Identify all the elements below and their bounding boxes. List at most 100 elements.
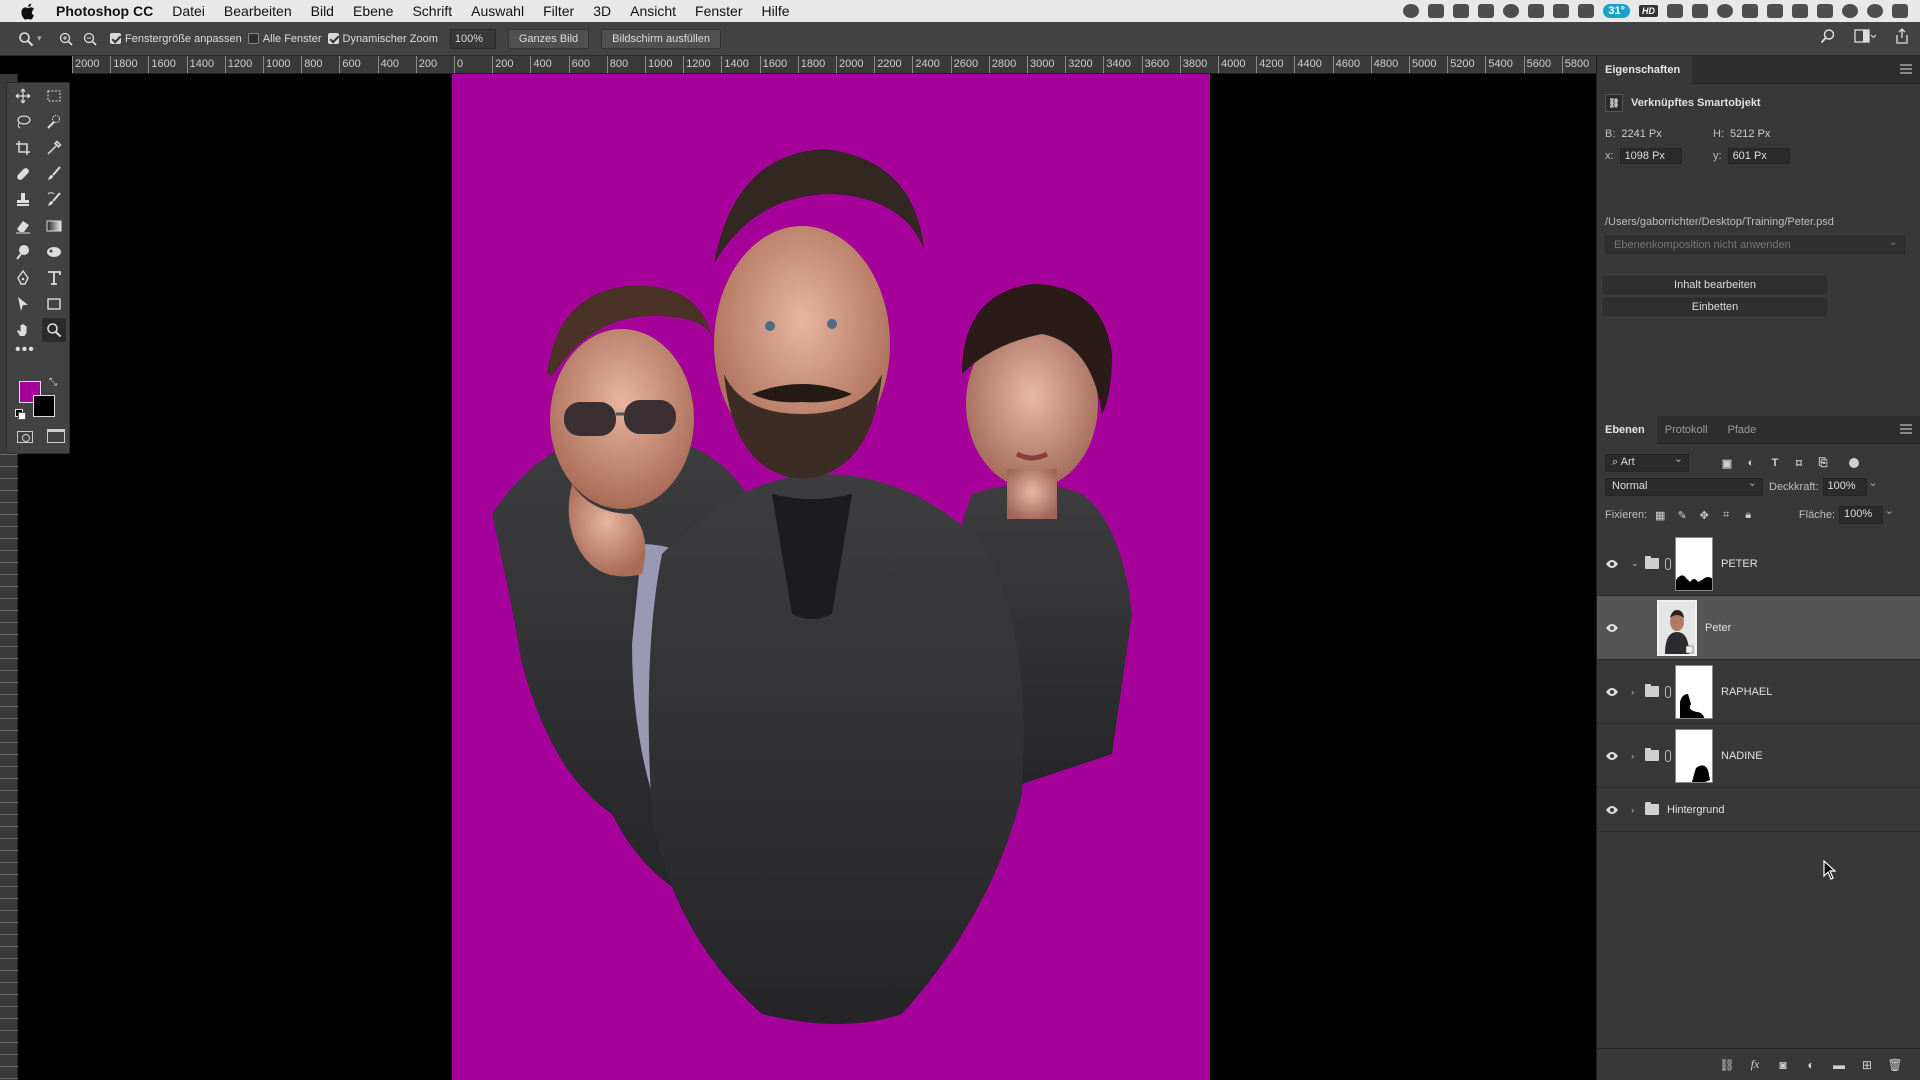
menu-hilfe[interactable]: Hilfe xyxy=(762,3,790,19)
screen-mode-icon[interactable] xyxy=(47,429,65,443)
lock-pixels-icon[interactable]: ✎ xyxy=(1675,509,1689,522)
visibility-eye-icon[interactable] xyxy=(1605,751,1619,761)
layer-comp-select[interactable]: Ebenenkomposition nicht anwenden xyxy=(1605,235,1905,254)
mask-link-icon[interactable] xyxy=(1665,749,1671,762)
layer-name[interactable]: RAPHAEL xyxy=(1721,686,1772,698)
gradient-tool-icon[interactable] xyxy=(42,214,66,238)
background-color-swatch[interactable] xyxy=(33,395,55,417)
menu-filter[interactable]: Filter xyxy=(543,3,574,19)
marquee-tool-icon[interactable] xyxy=(42,84,66,108)
move-tool-icon[interactable] xyxy=(11,84,35,108)
clone-stamp-tool-icon[interactable] xyxy=(11,188,35,212)
wifi-icon[interactable] xyxy=(1767,4,1783,18)
brush-tool-icon[interactable] xyxy=(42,162,66,186)
layers-panel-menu-icon[interactable] xyxy=(1900,424,1912,434)
lasso-tool-icon[interactable] xyxy=(11,110,35,134)
menu-auswahl[interactable]: Auswahl xyxy=(471,3,524,19)
layer-mask-thumbnail[interactable] xyxy=(1675,728,1713,783)
menu-fenster[interactable]: Fenster xyxy=(695,3,742,19)
bluetooth-icon[interactable] xyxy=(1742,4,1758,18)
trash-icon[interactable]: 🗑︎ xyxy=(1887,1058,1903,1072)
scrubby-zoom-checkbox[interactable] xyxy=(327,33,339,44)
tab-layers[interactable]: Ebenen xyxy=(1597,415,1657,444)
visibility-eye-icon[interactable] xyxy=(1605,623,1619,633)
lock-transparency-icon[interactable]: ▦ xyxy=(1653,509,1667,522)
spotlight-icon[interactable] xyxy=(1842,4,1858,18)
siri-icon[interactable] xyxy=(1867,4,1883,18)
eraser-tool-icon[interactable] xyxy=(11,214,35,238)
link-icon[interactable] xyxy=(1578,4,1595,18)
layer-name[interactable]: NADINE xyxy=(1721,750,1763,762)
blend-mode-select[interactable]: Normal xyxy=(1605,476,1763,496)
path-selection-tool-icon[interactable] xyxy=(11,292,35,316)
filter-type-icon[interactable]: T xyxy=(1767,456,1783,470)
default-colors-icon[interactable] xyxy=(15,409,26,420)
app-name-menu[interactable]: Photoshop CC xyxy=(56,3,153,19)
visibility-eye-icon[interactable] xyxy=(1605,559,1619,569)
new-layer-icon[interactable]: ⊞ xyxy=(1859,1058,1875,1072)
edit-contents-button[interactable]: Inhalt bearbeiten xyxy=(1603,276,1827,294)
link-layers-icon[interactable]: ⛓ xyxy=(1719,1058,1735,1072)
fill-screen-button[interactable]: Bildschirm ausfüllen xyxy=(601,28,721,49)
layer-mask-thumbnail[interactable] xyxy=(1675,664,1713,719)
dodge-tool-icon[interactable] xyxy=(11,240,35,264)
embed-button[interactable]: Einbetten xyxy=(1603,298,1827,316)
filter-adjustment-icon[interactable]: ◐ xyxy=(1743,456,1759,470)
fit-window-option[interactable]: Fenstergröße anpassen xyxy=(110,33,242,45)
width-value[interactable]: 2241 Px xyxy=(1621,128,1661,140)
apple-menu-icon[interactable] xyxy=(16,0,38,22)
drive-icon[interactable] xyxy=(1478,4,1495,18)
all-windows-checkbox[interactable] xyxy=(247,33,259,44)
hd-badge[interactable]: HD xyxy=(1639,5,1658,17)
sync-icon[interactable] xyxy=(1717,4,1733,18)
healing-brush-tool-icon[interactable] xyxy=(11,162,35,186)
scrubby-zoom-option[interactable]: Dynamischer Zoom xyxy=(327,33,438,45)
layer-row-background-group[interactable]: › Hintergrund xyxy=(1597,788,1920,832)
zoom-out-icon[interactable] xyxy=(80,29,100,49)
filter-toggle-icon[interactable] xyxy=(1849,458,1859,468)
chat-icon[interactable] xyxy=(1667,4,1683,18)
height-value[interactable]: 5212 Px xyxy=(1730,128,1770,140)
menu-3d[interactable]: 3D xyxy=(593,3,611,19)
mask-link-icon[interactable] xyxy=(1665,557,1671,570)
y-position-input[interactable] xyxy=(1727,148,1790,164)
dropbox-icon[interactable] xyxy=(1453,4,1470,18)
evernote-icon[interactable] xyxy=(1528,4,1545,18)
fit-screen-button[interactable]: Ganzes Bild xyxy=(507,28,590,49)
chevron-right-icon[interactable]: › xyxy=(1631,751,1634,761)
bell-icon[interactable] xyxy=(1692,4,1708,18)
share-icon[interactable] xyxy=(1894,28,1910,44)
fill-input[interactable]: 100% xyxy=(1839,504,1894,524)
filter-pixel-icon[interactable]: ▣ xyxy=(1719,456,1735,470)
layer-name[interactable]: PETER xyxy=(1721,558,1758,570)
eyedropper-tool-icon[interactable] xyxy=(42,136,66,160)
more-tools-icon[interactable]: ••• xyxy=(7,342,69,365)
tab-properties[interactable]: Eigenschaften xyxy=(1597,55,1693,84)
layer-kind-filter[interactable]: ⌕ Art xyxy=(1605,452,1689,472)
lock-all-icon[interactable]: 🔒︎ xyxy=(1741,509,1755,521)
add-mask-icon[interactable]: ◙ xyxy=(1775,1058,1791,1072)
filter-shape-icon[interactable]: ⌑ xyxy=(1791,456,1807,470)
chevron-right-icon[interactable]: › xyxy=(1631,687,1634,697)
menu-bearbeiten[interactable]: Bearbeiten xyxy=(224,3,292,19)
document-canvas[interactable] xyxy=(452,74,1210,1080)
tab-history[interactable]: Protokoll xyxy=(1657,416,1720,444)
search-icon[interactable] xyxy=(1820,28,1836,44)
menu-ansicht[interactable]: Ansicht xyxy=(630,3,676,19)
zoom-tool-icon[interactable] xyxy=(41,318,66,342)
swap-colors-icon[interactable]: ⤡ xyxy=(49,377,57,388)
chevron-right-icon[interactable]: › xyxy=(1631,805,1634,815)
crop-tool-icon[interactable] xyxy=(11,136,35,160)
type-tool-icon[interactable] xyxy=(42,266,66,290)
battery-icon[interactable] xyxy=(1817,4,1833,18)
chevron-down-icon[interactable]: ⌄ xyxy=(1631,558,1639,569)
notification-center-icon[interactable] xyxy=(1892,4,1908,18)
opacity-input[interactable]: 100% xyxy=(1822,476,1878,496)
tab-paths[interactable]: Pfade xyxy=(1720,416,1769,444)
rectangle-tool-icon[interactable] xyxy=(42,292,66,316)
mask-link-icon[interactable] xyxy=(1665,685,1671,698)
lock-position-icon[interactable]: ✥ xyxy=(1697,509,1711,522)
smart-object-thumbnail[interactable] xyxy=(1657,599,1697,656)
menu-datei[interactable]: Datei xyxy=(172,3,205,19)
layer-row-nadine-group[interactable]: › NADINE xyxy=(1597,724,1920,788)
